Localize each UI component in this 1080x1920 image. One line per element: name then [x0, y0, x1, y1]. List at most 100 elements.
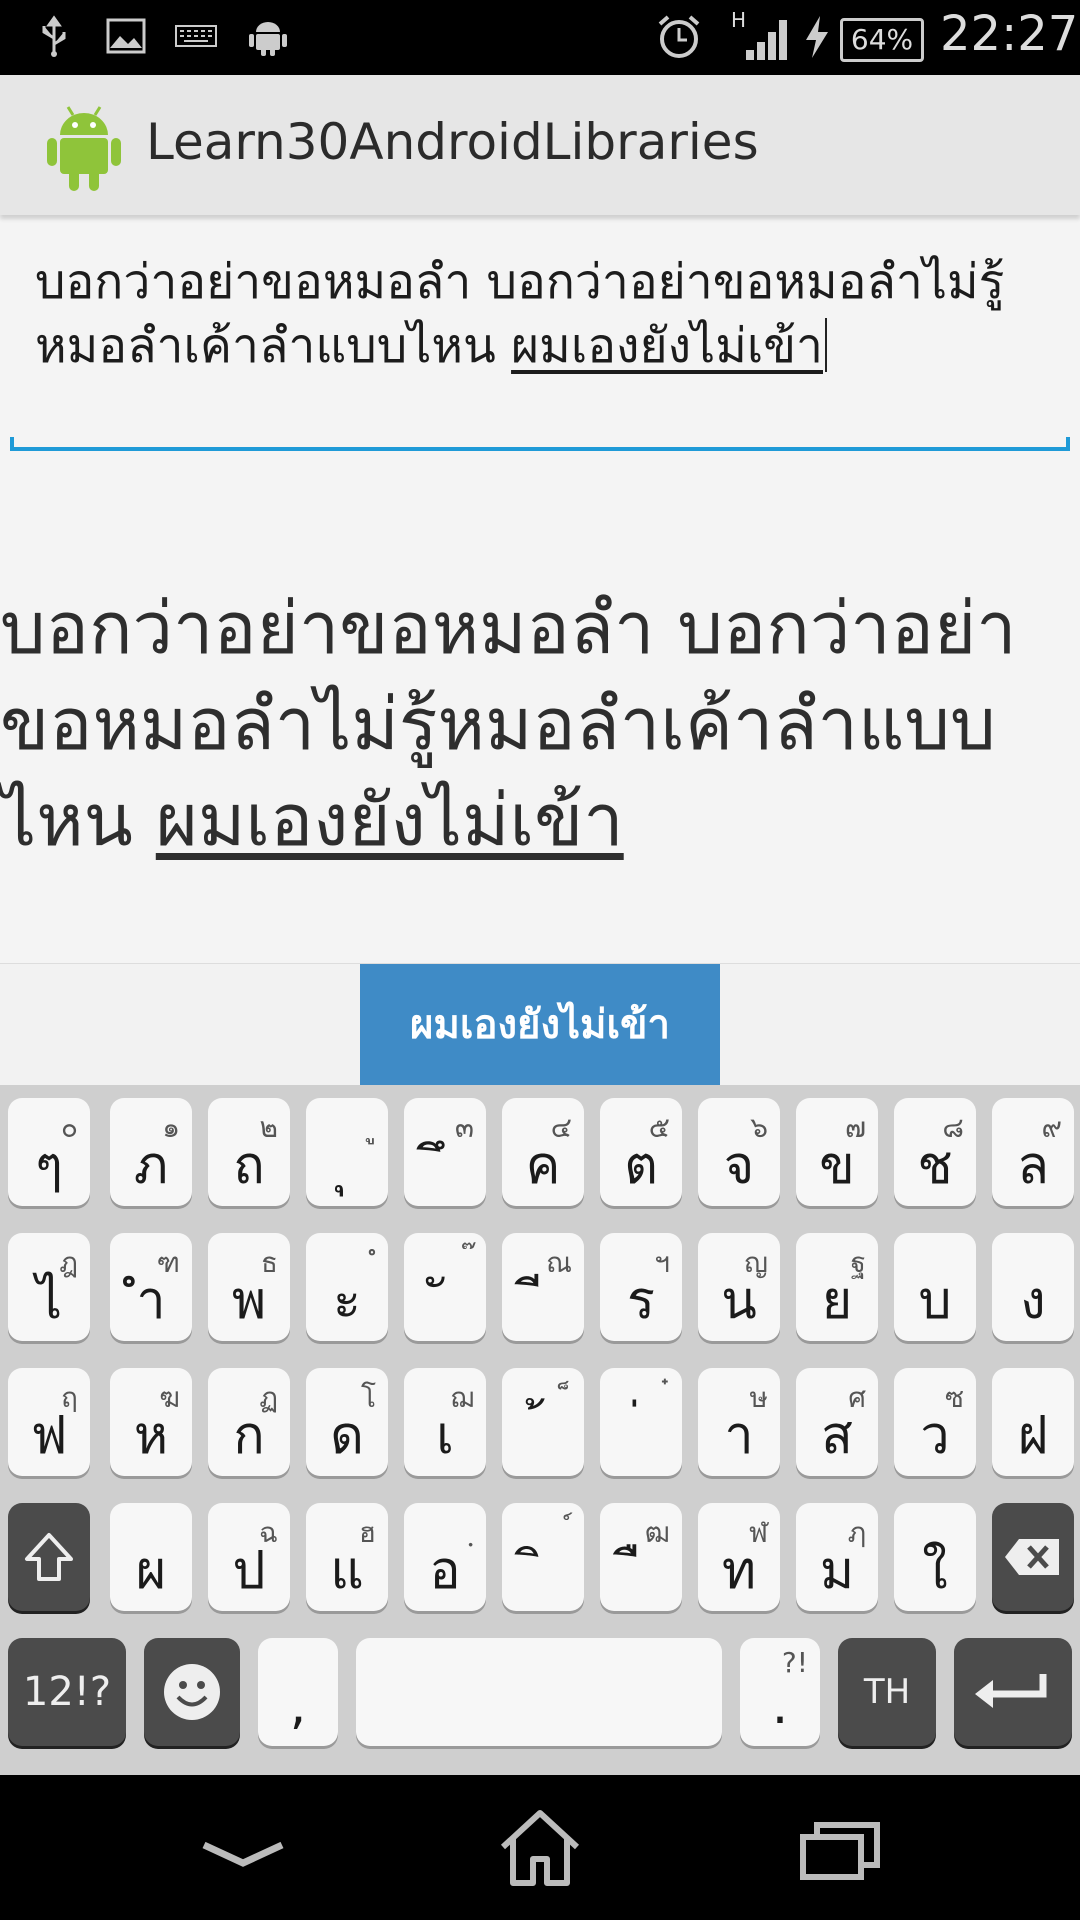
- key-char[interactable]: ฯร: [600, 1233, 682, 1341]
- shift-key[interactable]: [8, 1503, 90, 1611]
- key-label: ย: [821, 1271, 853, 1331]
- charging-icon: [806, 16, 828, 58]
- backspace-icon: [1005, 1539, 1059, 1575]
- key-label: ่: [600, 1406, 682, 1466]
- home-icon[interactable]: [495, 1805, 585, 1889]
- key-char[interactable]: ฦม: [796, 1503, 878, 1611]
- key-label: ภ: [133, 1136, 169, 1196]
- text-cursor: [825, 318, 827, 372]
- key-char[interactable]: ็้: [502, 1368, 584, 1476]
- key-char[interactable]: ฤฟ: [8, 1368, 90, 1476]
- key-label: ม: [819, 1541, 855, 1601]
- numbers-key[interactable]: 12!?: [8, 1638, 126, 1746]
- key-char[interactable]: ฏก: [208, 1368, 290, 1476]
- key-char[interactable]: ฉป: [208, 1503, 290, 1611]
- key-char[interactable]: ๔ค: [502, 1098, 584, 1206]
- key-label: ก: [233, 1406, 265, 1466]
- suggestion-word[interactable]: ผมเองยังไม่เข้า: [360, 964, 720, 1086]
- key-label: จ: [723, 1136, 755, 1196]
- key-char[interactable]: ๑ภ: [110, 1098, 192, 1206]
- period-key[interactable]: ?!.: [740, 1638, 820, 1746]
- key-char[interactable]: ษา: [698, 1368, 780, 1476]
- composing-text: ผมเองยังไม่เข้า: [511, 318, 823, 374]
- key-char[interactable]: ์ิ: [502, 1503, 584, 1611]
- key-char[interactable]: ญน: [698, 1233, 780, 1341]
- key-char[interactable]: ฺอ: [404, 1503, 486, 1611]
- smiley-icon: [164, 1664, 220, 1720]
- key-char[interactable]: ๙ล: [992, 1098, 1074, 1206]
- key-char[interactable]: ๕ต: [600, 1098, 682, 1206]
- key-char[interactable]: ๊ั: [404, 1233, 486, 1341]
- navigation-bar: [0, 1775, 1080, 1920]
- key-label: เ: [436, 1406, 454, 1466]
- enter-icon: [975, 1674, 1047, 1708]
- key-label: ห: [133, 1406, 169, 1466]
- key-char[interactable]: ง: [992, 1233, 1074, 1341]
- key-label: ฝ: [1017, 1406, 1049, 1466]
- key-char[interactable]: ซว: [894, 1368, 976, 1476]
- key-char[interactable]: ๘ช: [894, 1098, 976, 1206]
- key-char[interactable]: ผ: [110, 1503, 192, 1611]
- usb-icon: [42, 15, 66, 57]
- key-label: แ: [330, 1541, 364, 1601]
- language-key-label: TH: [863, 1672, 911, 1712]
- space-key[interactable]: [356, 1638, 722, 1746]
- key-char[interactable]: ณี: [502, 1233, 584, 1341]
- key-char[interactable]: ๓ึ: [404, 1098, 486, 1206]
- key-label: ๆ: [35, 1136, 63, 1196]
- comma-key[interactable]: ,: [258, 1638, 338, 1746]
- key-char[interactable]: ูุ: [306, 1098, 388, 1206]
- backspace-key[interactable]: [992, 1503, 1074, 1611]
- key-label: ส: [821, 1406, 853, 1466]
- key-label: ำ: [136, 1271, 166, 1331]
- key-label: ิ: [502, 1541, 584, 1601]
- period-key-label: .: [771, 1676, 789, 1736]
- android-robot-icon: [47, 106, 121, 191]
- key-char[interactable]: ฮแ: [306, 1503, 388, 1611]
- numbers-key-label: 12!?: [22, 1669, 112, 1715]
- key-char[interactable]: ธพ: [208, 1233, 290, 1341]
- key-char[interactable]: ฆห: [110, 1368, 192, 1476]
- key-char[interactable]: ํะ: [306, 1233, 388, 1341]
- period-key-hint: ?!: [781, 1646, 808, 1679]
- key-label: ง: [1020, 1271, 1046, 1331]
- key-label: ผ: [135, 1541, 167, 1601]
- key-char[interactable]: ฎไ: [8, 1233, 90, 1341]
- emoji-key[interactable]: [144, 1638, 240, 1746]
- recents-icon[interactable]: [795, 1815, 885, 1887]
- key-char[interactable]: ฌเ: [404, 1368, 486, 1476]
- key-label: ร: [627, 1271, 655, 1331]
- key-label: ด: [330, 1406, 364, 1466]
- key-label: า: [724, 1406, 754, 1466]
- key-char[interactable]: บ: [894, 1233, 976, 1341]
- key-char[interactable]: ๖จ: [698, 1098, 780, 1206]
- key-label: อ: [429, 1541, 461, 1601]
- key-char[interactable]: ฒื: [600, 1503, 682, 1611]
- key-label: ั: [404, 1271, 486, 1331]
- key-char[interactable]: ๋่: [600, 1368, 682, 1476]
- key-label: ใ: [922, 1541, 948, 1601]
- key-char[interactable]: ใ: [894, 1503, 976, 1611]
- action-bar: Learn30AndroidLibraries: [0, 75, 1080, 215]
- key-char[interactable]: ฑำ: [110, 1233, 192, 1341]
- key-char[interactable]: โด: [306, 1368, 388, 1476]
- back-chevron-icon[interactable]: [198, 1815, 288, 1887]
- key-char[interactable]: ฬท: [698, 1503, 780, 1611]
- key-label: ไ: [35, 1271, 63, 1331]
- clock: 22:27: [940, 6, 1079, 62]
- key-char[interactable]: ฝ: [992, 1368, 1074, 1476]
- key-char[interactable]: ๒ถ: [208, 1098, 290, 1206]
- key-label: ะ: [333, 1271, 361, 1331]
- suggestion-bar: ผมเองยังไม่เข้า: [0, 963, 1080, 1086]
- enter-key[interactable]: [954, 1638, 1072, 1746]
- key-label: ุ: [306, 1136, 388, 1196]
- key-char[interactable]: ศส: [796, 1368, 878, 1476]
- language-key[interactable]: TH: [838, 1638, 936, 1746]
- keyboard-icon: [175, 25, 217, 47]
- display-text: บอกว่าอย่าขอหมอลำ บอกว่าอย่าขอหมอลำไม่รู…: [0, 580, 1080, 868]
- key-char[interactable]: ๐ๆ: [8, 1098, 90, 1206]
- key-char[interactable]: ๗ข: [796, 1098, 878, 1206]
- key-char[interactable]: ฐย: [796, 1233, 878, 1341]
- key-label: ข: [819, 1136, 855, 1196]
- text-input[interactable]: บอกว่าอย่าขอหมอลำ บอกว่าอย่าขอหมอลำไม่รู…: [35, 250, 1045, 378]
